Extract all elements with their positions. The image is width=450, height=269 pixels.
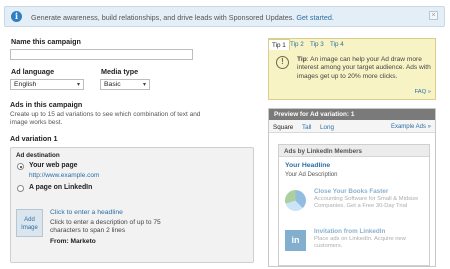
media-type-label: Media type — [101, 67, 139, 76]
web-page-url[interactable]: http://www.example.com — [29, 172, 99, 180]
info-icon: i — [11, 11, 22, 22]
tab-long[interactable]: Long — [320, 124, 334, 131]
tab-tip-2[interactable]: Tip 2 — [290, 41, 304, 48]
example-ads-link[interactable]: Example Ads » — [391, 124, 431, 130]
preview-header: Preview for Ad variation: 1 — [269, 109, 435, 120]
chevron-down-icon: ▾ — [142, 82, 146, 88]
tip-tabs: Tip 1 Tip 2 Tip 3 Tip 4 — [268, 39, 435, 50]
add-image-button[interactable]: Add Image — [16, 209, 43, 237]
ad-destination-title: Ad destination — [16, 152, 60, 159]
web-page-option-label[interactable]: Your web page — [29, 162, 78, 169]
tab-tip-1[interactable]: Tip 1 — [268, 39, 290, 50]
tab-tip-3[interactable]: Tip 3 — [310, 41, 324, 48]
chevron-down-icon: ▾ — [76, 82, 80, 88]
campaign-name-label: Name this campaign — [11, 37, 81, 46]
pie-chart-icon — [285, 190, 306, 211]
exclamation-icon: ! — [276, 56, 289, 69]
ads-by-members-panel: Ads by LinkedIn Members Your Headline Yo… — [278, 144, 430, 266]
from-label: From: Marketo — [50, 238, 96, 245]
media-type-select[interactable]: Basic ▾ — [100, 79, 150, 90]
tab-tall[interactable]: Tall — [302, 124, 311, 131]
headline-input[interactable]: Click to enter a headline — [50, 209, 123, 217]
ad-language-select[interactable]: English ▾ — [10, 79, 84, 90]
ad-language-value: English — [14, 81, 37, 88]
radio-linkedin-page[interactable] — [17, 185, 24, 192]
tip-box: Tip 1 Tip 2 Tip 3 Tip 4 ! Tip: An image … — [268, 38, 436, 100]
tab-tip-4[interactable]: Tip 4 — [330, 41, 344, 48]
get-started-link[interactable]: Get started. — [296, 13, 334, 22]
radio-web-page[interactable] — [17, 163, 24, 170]
campaign-name-input[interactable] — [10, 49, 193, 60]
preview-description: Your Ad Description — [285, 172, 338, 178]
ads-panel-title: Ads by LinkedIn Members — [279, 145, 429, 157]
preview-tabs: Square Tall Long Example Ads » — [269, 120, 435, 133]
description-input[interactable]: Click to enter a description of up to 75… — [50, 219, 170, 235]
tab-square[interactable]: Square — [273, 124, 293, 131]
ad-preview-panel: Preview for Ad variation: 1 Square Tall … — [268, 108, 436, 267]
linkedin-logo-icon: in — [285, 230, 306, 251]
preview-headline: Your Headline — [285, 162, 331, 169]
tip-text: Tip: An image can help your Ad draw more… — [297, 56, 433, 81]
sponsored-updates-banner: i Generate awareness, build relationship… — [4, 6, 445, 27]
sponsored-ad-title: Close Your Books Faster — [314, 188, 389, 195]
ad-variation-title: Ad variation 1 — [10, 134, 58, 143]
media-type-value: Basic — [104, 81, 121, 88]
sponsored-ad-desc: Place ads on LinkedIn. Acquire new custo… — [314, 236, 406, 249]
sponsored-ad-title: Invitation from LinkedIn — [314, 228, 386, 235]
faq-link[interactable]: FAQ » — [415, 89, 431, 95]
tip-body: : An image can help your Ad draw more in… — [297, 56, 431, 80]
ads-section-desc: Create up to 15 ad variations to see whi… — [10, 111, 201, 126]
close-icon[interactable]: × — [429, 11, 438, 20]
linkedin-page-option-label[interactable]: A page on LinkedIn — [29, 184, 92, 191]
tip-prefix: Tip — [297, 56, 307, 63]
banner-text: Generate awareness, build relationships,… — [31, 13, 334, 22]
sponsored-ad-item: Close Your Books Faster Accounting Softw… — [279, 188, 429, 224]
ad-language-label: Ad language — [11, 67, 55, 76]
ads-section-title: Ads in this campaign — [10, 100, 83, 109]
banner-message: Generate awareness, build relationships,… — [31, 13, 295, 22]
sponsored-ad-desc: Accounting Software for Small & Midsize … — [314, 196, 419, 209]
sponsored-ad-item: in Invitation from LinkedIn Place ads on… — [279, 228, 429, 264]
